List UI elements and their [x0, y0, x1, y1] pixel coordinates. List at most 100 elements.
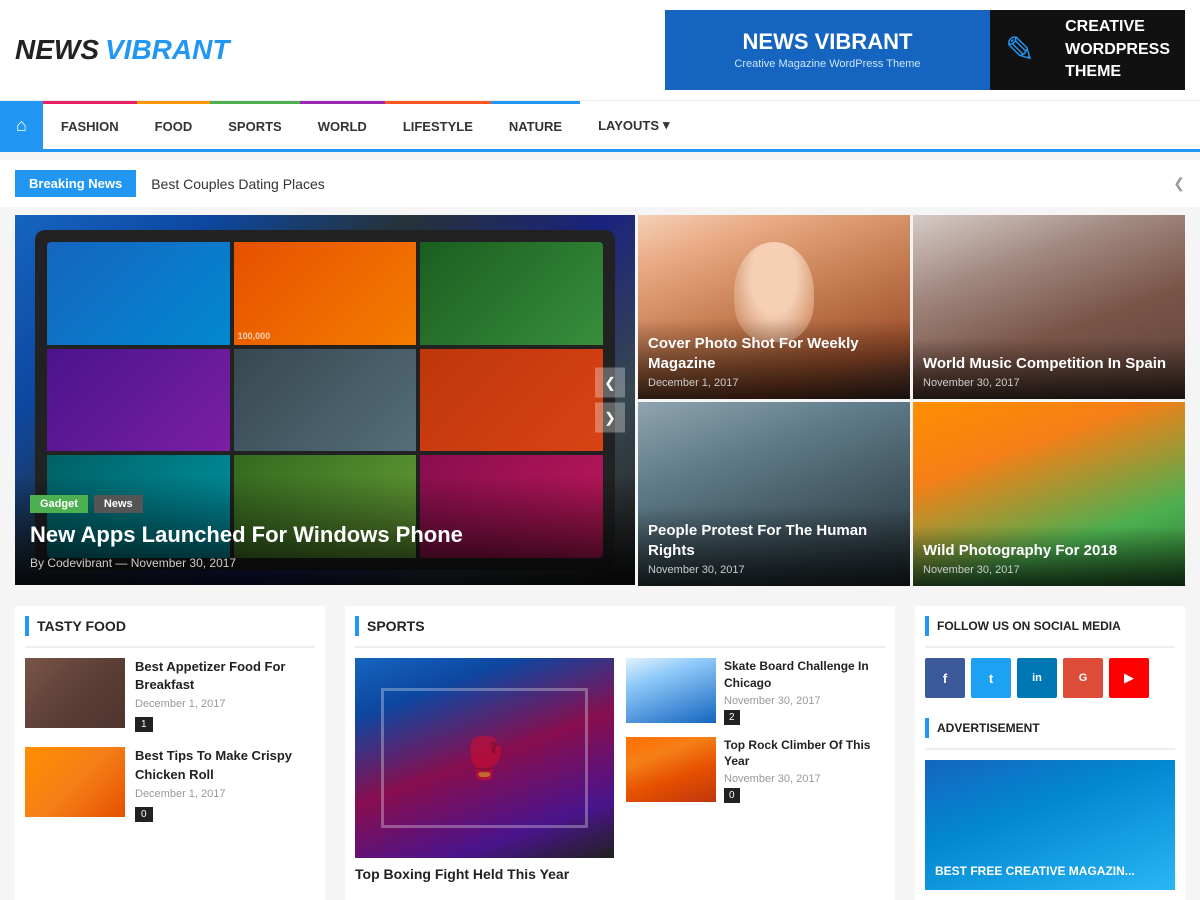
hero-sub-title-2: World Music Competition In Spain — [923, 354, 1175, 374]
food-thumb-1 — [25, 658, 125, 728]
breaking-text: Best Couples Dating Places — [151, 176, 1173, 192]
food-title-1: Best Appetizer Food For Breakfast — [135, 658, 315, 694]
hero-sub-protest[interactable]: People Protest For The Human Rights Nove… — [638, 402, 910, 586]
slider-next[interactable]: ❯ — [595, 403, 625, 433]
hero-sub-date-3: November 30, 2017 — [923, 564, 1175, 576]
sports-side-title-2: Top Rock Climber Of This Year — [724, 737, 885, 771]
ad-banner-right: CREATIVE WORDPRESS THEME — [1050, 10, 1185, 90]
ski-thumb — [626, 658, 716, 723]
ad-section-title: ADVERTISEMENT — [937, 721, 1040, 735]
tasty-food-section: TASTY FOOD Best Appetizer Food For Break… — [15, 606, 325, 900]
hero-section: 100,000 Gadget News New Apps Launched Fo… — [0, 215, 1200, 586]
sports-side-info-2: Top Rock Climber Of This Year November 3… — [724, 737, 885, 804]
nav-item-world[interactable]: WORLD — [300, 101, 385, 149]
sports-side-date-2: November 30, 2017 — [724, 773, 885, 785]
breaking-news-bar: Breaking News Best Couples Dating Places… — [0, 160, 1200, 207]
slider-prev[interactable]: ❮ — [595, 368, 625, 398]
food-count-1: 1 — [135, 717, 153, 732]
food-item-2[interactable]: Best Tips To Make Crispy Chicken Roll De… — [25, 747, 315, 821]
hero-col-1: Cover Photo Shot For Weekly Magazine Dec… — [638, 215, 910, 586]
hero-sub-overlay: Cover Photo Shot For Weekly Magazine Dec… — [638, 319, 910, 399]
social-linkedin[interactable]: in — [1017, 658, 1057, 698]
nav-home[interactable]: ⌂ — [0, 101, 43, 149]
ad-image[interactable]: BEST FREE CREATIVE MAGAZIN... — [925, 760, 1175, 890]
sports-section: SPORTS 🥊 Top Boxing Fight Held This Year — [345, 606, 895, 900]
social-googleplus[interactable]: G — [1063, 658, 1103, 698]
climb-thumb — [626, 737, 716, 802]
social-title: FOLLOW US ON SOCIAL MEDIA — [937, 619, 1121, 633]
food-item-1[interactable]: Best Appetizer Food For Breakfast Decemb… — [25, 658, 315, 732]
hero-title: New Apps Launched For Windows Phone — [30, 521, 620, 550]
food-date-2: December 1, 2017 — [135, 788, 315, 800]
ad-subtitle: Creative Magazine WordPress Theme — [734, 58, 920, 70]
sports-content: 🥊 Top Boxing Fight Held This Year Skate … — [355, 658, 885, 882]
tasty-food-header: TASTY FOOD — [25, 616, 315, 648]
sports-boxing[interactable]: 🥊 Top Boxing Fight Held This Year — [355, 658, 614, 882]
nav-item-food[interactable]: FOOD — [137, 101, 211, 149]
food-info-1: Best Appetizer Food For Breakfast Decemb… — [135, 658, 315, 732]
hero-sub-title-1: People Protest For The Human Rights — [648, 521, 900, 560]
main-nav: ⌂ FASHION FOOD SPORTS WORLD LIFESTYLE NA… — [0, 101, 1200, 152]
hero-sub-overlay-3: Wild Photography For 2018 November 30, 2… — [913, 526, 1185, 587]
food-date-1: December 1, 2017 — [135, 698, 315, 710]
logo-vibrant: VIBRANT — [105, 34, 229, 66]
header: NEWS VIBRANT NEWS VIBRANT Creative Magaz… — [0, 0, 1200, 101]
sports-side-title-1: Skate Board Challenge In Chicago — [724, 658, 885, 692]
hero-sub-overlay-1: People Protest For The Human Rights Nove… — [638, 506, 910, 586]
hero-sub-date-0: December 1, 2017 — [648, 377, 900, 389]
hero-sub-music[interactable]: World Music Competition In Spain Novembe… — [913, 215, 1185, 399]
ad-banner[interactable]: NEWS VIBRANT Creative Magazine WordPress… — [665, 10, 1185, 90]
hero-sub-tiger[interactable]: Wild Photography For 2018 November 30, 2… — [913, 402, 1185, 586]
sports-side-count-1: 2 — [724, 710, 740, 725]
social-youtube[interactable]: ▶ — [1109, 658, 1149, 698]
nav-item-fashion[interactable]: FASHION — [43, 101, 137, 149]
food-title-2: Best Tips To Make Crispy Chicken Roll — [135, 747, 315, 783]
nav-item-layouts[interactable]: LAYOUTS ▾ — [580, 101, 687, 149]
food-thumb-2 — [25, 747, 125, 817]
sports-side-date-1: November 30, 2017 — [724, 695, 885, 707]
sports-main-title: Top Boxing Fight Held This Year — [355, 866, 614, 882]
sports-side-count-2: 0 — [724, 788, 740, 803]
sections-row: TASTY FOOD Best Appetizer Food For Break… — [0, 606, 1200, 900]
tag-news: News — [94, 495, 143, 513]
boxing-thumb: 🥊 — [355, 658, 614, 858]
sports-side-item-2[interactable]: Top Rock Climber Of This Year November 3… — [626, 737, 885, 804]
sports-header: SPORTS — [355, 616, 885, 648]
hero-sub-title-0: Cover Photo Shot For Weekly Magazine — [648, 334, 900, 373]
social-facebook[interactable]: f — [925, 658, 965, 698]
hero-sub-date-2: November 30, 2017 — [923, 377, 1175, 389]
hero-sub-title-3: Wild Photography For 2018 — [923, 541, 1175, 561]
social-icons: f t in G ▶ — [925, 658, 1175, 698]
sports-section-bar — [355, 616, 359, 636]
breaking-badge: Breaking News — [15, 170, 136, 197]
ad-section-header: ADVERTISEMENT — [925, 718, 1175, 750]
food-count-2: 0 — [135, 807, 153, 822]
hero-main[interactable]: 100,000 Gadget News New Apps Launched Fo… — [15, 215, 635, 585]
ad-banner-blue: NEWS VIBRANT Creative Magazine WordPress… — [665, 10, 990, 90]
section-title-sports: SPORTS — [367, 618, 425, 634]
nav-item-nature[interactable]: NATURE — [491, 101, 580, 149]
ad-image-text: BEST FREE CREATIVE MAGAZIN... — [935, 864, 1135, 880]
ad-banner-icon: ✎ — [990, 10, 1050, 90]
hero-overlay: Gadget News New Apps Launched For Window… — [15, 475, 635, 585]
section-bar — [25, 616, 29, 636]
food-info-2: Best Tips To Make Crispy Chicken Roll De… — [135, 747, 315, 821]
logo[interactable]: NEWS VIBRANT — [15, 34, 229, 66]
sports-side-item-1[interactable]: Skate Board Challenge In Chicago Novembe… — [626, 658, 885, 725]
hero-sub-date-1: November 30, 2017 — [648, 564, 900, 576]
sports-side-info-1: Skate Board Challenge In Chicago Novembe… — [724, 658, 885, 725]
logo-news: NEWS — [15, 34, 99, 66]
nav-item-lifestyle[interactable]: LIFESTYLE — [385, 101, 491, 149]
breaking-arrow[interactable]: ❮ — [1173, 175, 1185, 192]
hero-sub-cover[interactable]: Cover Photo Shot For Weekly Magazine Dec… — [638, 215, 910, 399]
hero-col-2: World Music Competition In Spain Novembe… — [913, 215, 1185, 586]
slider-controls: ❮ ❯ — [595, 368, 625, 433]
ad-title: NEWS VIBRANT — [743, 30, 913, 54]
ad-bar — [925, 718, 929, 738]
social-twitter[interactable]: t — [971, 658, 1011, 698]
nav-item-sports[interactable]: SPORTS — [210, 101, 299, 149]
section-title-food: TASTY FOOD — [37, 618, 126, 634]
hero-tags: Gadget News — [30, 495, 620, 513]
sports-side: Skate Board Challenge In Chicago Novembe… — [626, 658, 885, 882]
hero-meta: By Codevibrant — November 30, 2017 — [30, 556, 620, 570]
